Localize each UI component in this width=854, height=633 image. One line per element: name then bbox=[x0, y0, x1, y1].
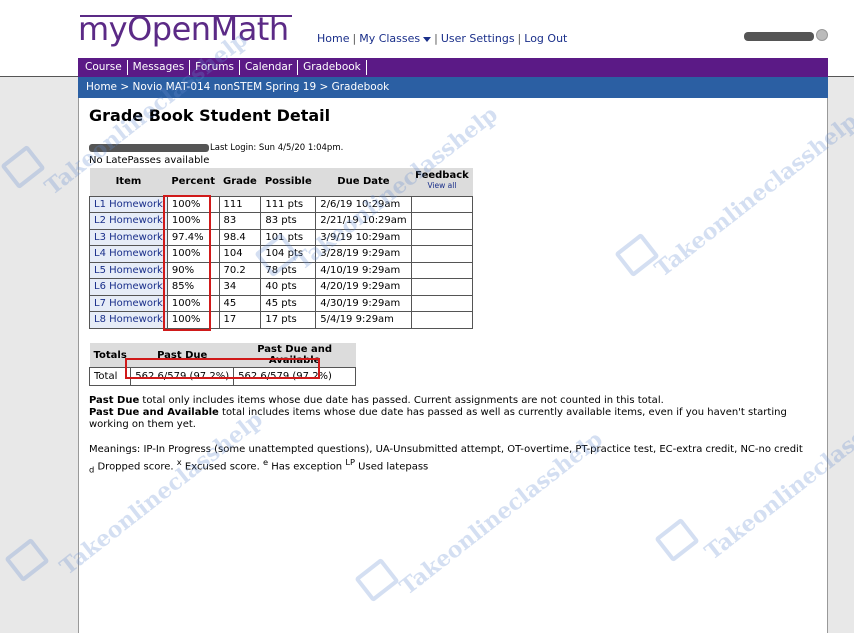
col-possible: Possible bbox=[260, 168, 316, 196]
grade-cell: 17 bbox=[218, 311, 262, 329]
possible-cell: 40 pts bbox=[260, 278, 317, 296]
feedback-cell bbox=[410, 311, 474, 329]
item-link[interactable]: L7 Homework bbox=[89, 294, 168, 312]
chevron-down-icon bbox=[423, 36, 432, 42]
item-link[interactable]: L3 Homework bbox=[89, 228, 168, 246]
top-links: Home | My Classes | User Settings | Log Out bbox=[317, 32, 568, 45]
redacted-username bbox=[744, 32, 814, 41]
site-logo[interactable]: myOpenMath bbox=[78, 10, 289, 48]
due-date-cell: 4/10/19 9:29am bbox=[315, 261, 412, 279]
possible-cell: 111 pts bbox=[260, 195, 317, 213]
feedback-cell bbox=[410, 212, 474, 230]
grade-cell: 45 bbox=[218, 294, 262, 312]
grade-cell: 70.2 bbox=[218, 261, 262, 279]
past-due-note-text: total only includes items whose due date… bbox=[139, 395, 664, 406]
due-date-cell: 4/30/19 9:29am bbox=[315, 294, 412, 312]
latepass-mark: LP bbox=[345, 457, 355, 467]
feedback-cell bbox=[410, 278, 474, 296]
past-due-note-label: Past Due bbox=[89, 395, 140, 406]
home-link[interactable]: Home bbox=[317, 32, 349, 45]
item-link[interactable]: L8 Homework bbox=[89, 311, 168, 329]
grade-cell: 83 bbox=[218, 212, 262, 230]
possible-cell: 45 pts bbox=[260, 294, 317, 312]
item-link[interactable]: L5 Homework bbox=[89, 261, 168, 279]
item-link[interactable]: L6 Homework bbox=[89, 278, 168, 296]
possible-cell: 83 pts bbox=[260, 212, 317, 230]
watermark-laptop-icon bbox=[4, 537, 50, 583]
feedback-cell bbox=[410, 228, 474, 246]
feedback-cell bbox=[410, 195, 474, 213]
table-row: L8 Homework 100% 17 17 pts 5/4/19 9:29am bbox=[89, 311, 474, 329]
breadcrumb-text[interactable]: Home > Novio MAT-014 nonSTEM Spring 19 >… bbox=[86, 81, 389, 93]
table-row: L1 Homework 100% 111 111 pts 2/6/19 10:29am bbox=[89, 195, 474, 213]
pda-note-label: Past Due and Available bbox=[89, 407, 219, 418]
possible-cell: 17 pts bbox=[260, 311, 317, 329]
user-settings-link[interactable]: User Settings bbox=[441, 32, 515, 45]
grade-cell: 111 bbox=[218, 195, 262, 213]
tab-calendar[interactable]: Calendar bbox=[240, 60, 299, 75]
exception-label: Has exception bbox=[268, 461, 346, 473]
col-grade: Grade bbox=[219, 168, 261, 196]
col-percent: Percent bbox=[167, 168, 219, 196]
totals-highlight-box bbox=[125, 358, 320, 379]
past-due-note: Past Due total only includes items whose… bbox=[89, 395, 809, 431]
due-date-cell: 4/20/19 9:29am bbox=[315, 278, 412, 296]
due-date-cell: 5/4/19 9:29am bbox=[315, 311, 412, 329]
percent-highlight-box bbox=[163, 195, 211, 331]
my-classes-label: My Classes bbox=[359, 32, 421, 45]
feedback-cell bbox=[410, 294, 474, 312]
item-link[interactable]: L1 Homework bbox=[89, 195, 168, 213]
item-link[interactable]: L2 Homework bbox=[89, 212, 168, 230]
latepass-label: Used latepass bbox=[355, 461, 429, 473]
dropped-label: Dropped score. bbox=[94, 461, 174, 473]
tab-course[interactable]: Course bbox=[80, 60, 128, 75]
feedback-cell bbox=[410, 261, 474, 279]
table-row: L2 Homework 100% 83 83 pts 2/21/19 10:29am bbox=[89, 212, 474, 230]
table-row: L6 Homework 85% 34 40 pts 4/20/19 9:29am bbox=[89, 278, 474, 296]
grade-cell: 98.4 bbox=[218, 228, 262, 246]
user-avatar-icon[interactable] bbox=[816, 29, 828, 41]
item-link[interactable]: L4 Homework bbox=[89, 245, 168, 263]
feedback-cell bbox=[410, 245, 474, 263]
grade-cell: 34 bbox=[218, 278, 262, 296]
log-out-link[interactable]: Log Out bbox=[524, 32, 567, 45]
tab-gradebook[interactable]: Gradebook bbox=[298, 60, 367, 75]
my-classes-link[interactable]: My Classes bbox=[359, 32, 432, 45]
table-row: L7 Homework 100% 45 45 pts 4/30/19 9:29am bbox=[89, 294, 474, 312]
col-item: Item bbox=[89, 168, 168, 196]
last-login: Last Login: Sun 4/5/20 1:04pm. bbox=[210, 143, 344, 153]
watermark-laptop-icon bbox=[0, 144, 46, 190]
